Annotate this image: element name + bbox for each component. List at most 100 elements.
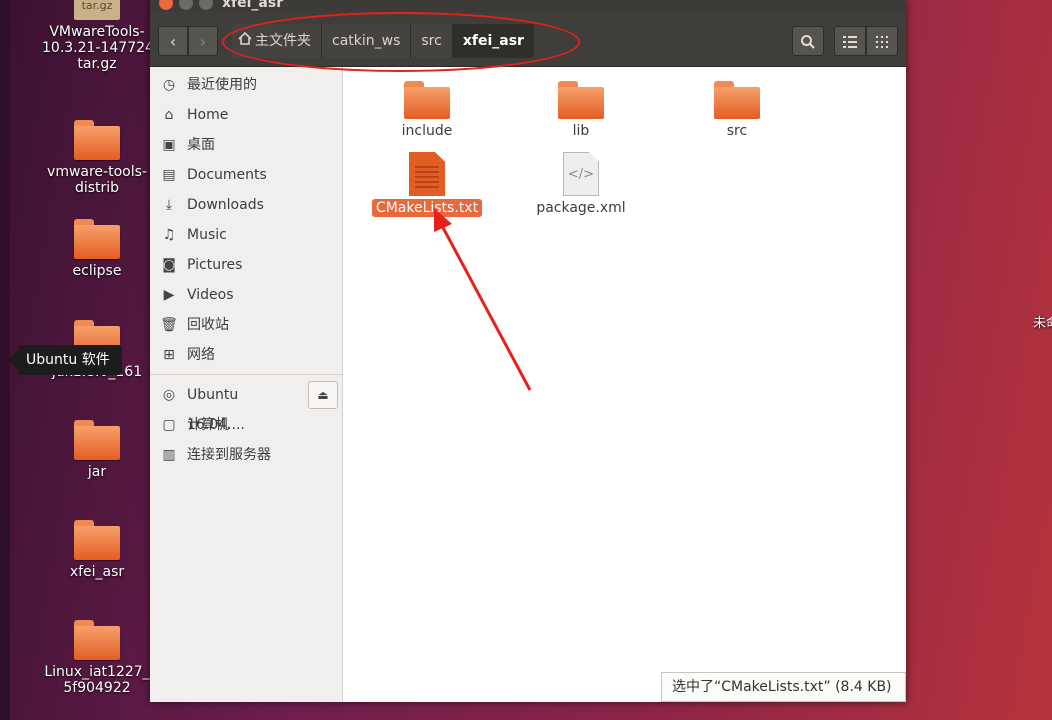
folder-icon — [558, 81, 604, 119]
music-icon: ♫ — [162, 227, 176, 243]
text-file-icon — [409, 152, 445, 196]
search-icon — [801, 35, 815, 49]
folder-icon — [74, 620, 120, 660]
disc-icon: ◎ — [162, 387, 176, 403]
desktop-icon-label: VMwareTools- — [49, 24, 145, 40]
archive-icon: tar.gz — [74, 0, 120, 20]
list-view-icon — [843, 36, 857, 48]
search-button[interactable] — [792, 26, 824, 56]
folder-icon — [714, 81, 760, 119]
file-view[interactable]: include lib src CMakeLists.txt </> packa… — [343, 67, 906, 702]
grid-view-button[interactable] — [866, 26, 898, 56]
window-close-button[interactable] — [159, 0, 173, 10]
annotation-ellipse — [222, 12, 580, 72]
desktop-icon-label: distrib — [74, 180, 120, 196]
clock-icon: ◷ — [162, 77, 176, 93]
desktop-icon-label: xfei_asr — [69, 564, 125, 580]
server-icon: ▥ — [162, 447, 176, 463]
desktop-icon-eclipse[interactable]: eclipse — [42, 219, 152, 279]
file-manager-window: xfei_asr ‹ › 主文件夹 catkin_ws src xfei_asr — [150, 0, 906, 702]
sidebar-item-label: Videos — [187, 287, 234, 303]
eject-icon: ⏏ — [317, 388, 329, 402]
file-item-label: src — [726, 123, 748, 139]
sidebar-item-connect-server[interactable]: ▥ 连接到服务器 — [150, 440, 342, 470]
chevron-left-icon: ‹ — [169, 32, 177, 51]
sidebar-item-home[interactable]: ⌂ Home — [150, 100, 342, 130]
folder-icon — [74, 420, 120, 460]
sidebar-item-label: 回收站 — [187, 317, 229, 333]
file-item-cmakelists[interactable]: CMakeLists.txt — [367, 152, 487, 217]
desktop-icon-vmware-tools-distrib[interactable]: vmware-tools- distrib — [42, 120, 152, 196]
launcher-tooltip: Ubuntu 软件 — [8, 345, 122, 375]
sidebar-item-label: Documents — [187, 167, 267, 183]
desktop-icon: ▣ — [162, 137, 176, 153]
sidebar-item-label: Downloads — [187, 197, 264, 213]
desktop-icon-label: Linux_iat1227_ — [44, 664, 150, 680]
sidebar-item-label: 网络 — [187, 347, 215, 363]
sidebar-item-network[interactable]: ⊞ 网络 — [150, 340, 342, 370]
sidebar: ◷ 最近使用的 ⌂ Home ▣ 桌面 ▤ Documents ⤓ Downloads ♫… — [150, 67, 343, 702]
folder-icon — [74, 520, 120, 560]
window-titlebar[interactable]: xfei_asr — [150, 0, 906, 12]
file-item-label: lib — [572, 123, 590, 139]
xml-file-icon: </> — [563, 152, 599, 196]
sidebar-divider — [150, 374, 342, 375]
sidebar-item-computer[interactable]: ▢ 计算机 — [150, 410, 342, 440]
window-maximize-button[interactable] — [199, 0, 213, 10]
sidebar-item-downloads[interactable]: ⤓ Downloads — [150, 190, 342, 220]
window-minimize-button[interactable] — [179, 0, 193, 10]
back-button[interactable]: ‹ — [158, 26, 188, 56]
status-overlay: 选中了“CMakeLists.txt” (8.4 KB) — [661, 672, 906, 702]
desktop-icon-label: 5f904922 — [63, 680, 131, 696]
computer-icon: ▢ — [162, 417, 176, 433]
video-icon: ▶ — [163, 287, 175, 303]
sidebar-item-ubuntu-disc[interactable]: ◎ Ubuntu 16.04.... — [150, 380, 300, 433]
file-item-lib[interactable]: lib — [521, 81, 641, 139]
camera-icon: ◙ — [162, 257, 176, 273]
document-icon: ▤ — [162, 167, 176, 183]
sidebar-item-label: Music — [187, 227, 227, 243]
eject-button[interactable]: ⏏ — [308, 381, 338, 409]
file-item-package-xml[interactable]: </> package.xml — [521, 152, 641, 216]
folder-icon — [74, 219, 120, 259]
file-item-include[interactable]: include — [367, 81, 487, 139]
file-item-label: CMakeLists.txt — [371, 199, 483, 217]
sidebar-item-trash[interactable]: 🗑 回收站 — [150, 310, 342, 340]
folder-icon — [404, 81, 450, 119]
sidebar-item-desktop[interactable]: ▣ 桌面 — [150, 130, 342, 160]
sidebar-item-label: 桌面 — [187, 137, 215, 153]
home-icon: ⌂ — [164, 107, 174, 123]
sidebar-item-label: Home — [187, 107, 229, 123]
window-title: xfei_asr — [222, 0, 284, 11]
file-item-label: include — [401, 123, 453, 139]
list-view-button[interactable] — [834, 26, 866, 56]
forward-button[interactable]: › — [188, 26, 218, 56]
grid-view-icon — [876, 36, 888, 48]
file-item-src[interactable]: src — [677, 81, 797, 139]
file-item-label: package.xml — [536, 200, 626, 216]
desktop-icon-label: eclipse — [72, 263, 122, 279]
chevron-right-icon: › — [199, 32, 207, 51]
sidebar-item-label: Pictures — [187, 257, 243, 273]
sidebar-item-label: 计算机 — [187, 417, 229, 433]
sidebar-item-label: 最近使用的 — [187, 77, 257, 93]
desktop-icon-label: vmware-tools- — [47, 164, 147, 180]
trash-icon: 🗑 — [160, 317, 178, 333]
network-icon: ⊞ — [163, 347, 175, 363]
sidebar-item-videos[interactable]: ▶ Videos — [150, 280, 342, 310]
desktop-icon-vmwaretools-archive[interactable]: tar.gz VMwareTools- 10.3.21-14772444 tar… — [42, 0, 152, 72]
desktop-icon-xfei-asr[interactable]: xfei_asr — [42, 520, 152, 580]
sidebar-item-label: 连接到服务器 — [187, 447, 271, 463]
folder-icon — [74, 120, 120, 160]
desktop-icon-linux-iat[interactable]: Linux_iat1227_ 5f904922 — [42, 620, 152, 696]
sidebar-item-documents[interactable]: ▤ Documents — [150, 160, 342, 190]
sidebar-item-pictures[interactable]: ◙ Pictures — [150, 250, 342, 280]
download-icon: ⤓ — [165, 197, 173, 213]
desktop-icon-label-partial: 未命 — [1033, 316, 1052, 331]
desktop-icon-label: 10.3.21-14772444 — [42, 40, 152, 56]
desktop-icon-label: tar.gz — [77, 56, 117, 72]
sidebar-item-music[interactable]: ♫ Music — [150, 220, 342, 250]
desktop-icon-label: jar — [87, 464, 107, 480]
desktop-icon-jar[interactable]: jar — [42, 420, 152, 480]
sidebar-item-recent[interactable]: ◷ 最近使用的 — [150, 70, 342, 100]
